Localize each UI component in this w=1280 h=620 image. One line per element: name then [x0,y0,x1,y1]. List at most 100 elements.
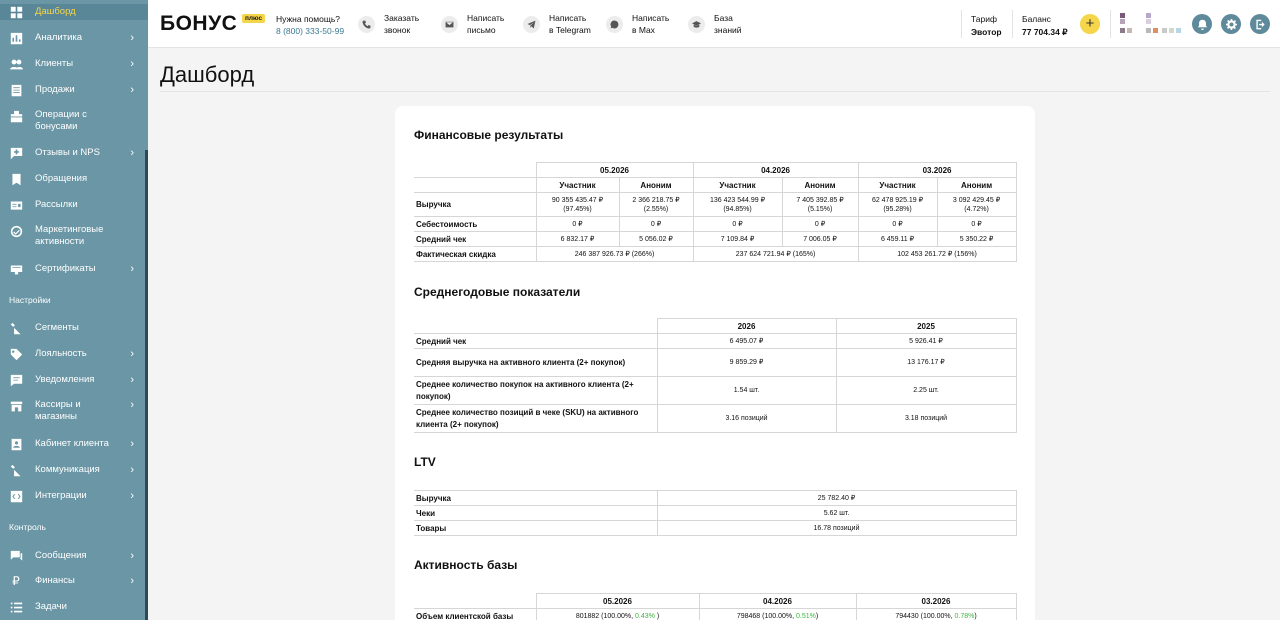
row-label: Объем клиентской базы [414,608,537,620]
logo[interactable]: БОНУС [160,12,237,36]
sidebar-item-label: Рассылки [35,199,78,210]
sidebar-item-label: Лояльность [35,348,87,359]
bell-icon [1197,19,1207,30]
sub-header: Аноним [781,177,859,193]
action-line1: Написать [632,13,670,23]
help-phone-link[interactable]: 8 (800) 333-50-99 [276,25,344,37]
logout-icon [1255,19,1265,29]
balance-block[interactable]: Баланс 77 704.34 ₽ [1022,13,1068,39]
write-email-button[interactable]: Написать письмо [441,12,504,36]
table-cell: 0 ₽ [781,216,859,232]
tasks-icon [9,600,23,614]
section-settings: Настройки [9,295,51,305]
sidebar-item-bonus-operations[interactable]: Операции с бонусами [0,109,148,135]
table-row: Средняя выручка на активного клиента (2+… [414,348,1017,377]
integrations-icon [9,489,23,503]
sidebar-item-integrations[interactable]: Интеграции › [0,489,148,503]
period-header: 05.2026 [535,593,700,609]
action-line2: в Telegram [549,25,591,35]
sidebar-item-sales[interactable]: Продажи › [0,83,148,97]
row-label: Среднее количество покупок на активного … [414,376,658,405]
tariff-label: Тариф [971,14,998,24]
sidebar-item-marketing[interactable]: Маркетинговые активности [0,224,148,250]
logout-button[interactable] [1250,14,1270,34]
table-row: Средний чек 6 832.17 ₽ 5 056.02 ₽ 7 109.… [414,231,1017,247]
divider [1012,10,1013,38]
table-row: Среднее количество покупок на активного … [414,376,1017,405]
sidebar-item-analytics[interactable]: Аналитика › [0,31,148,45]
communication-icon [9,463,23,477]
sidebar-item-cashiers[interactable]: Кассиры и магазины › [0,399,148,425]
table-cell: 798468 (100.00%, 0.51%) [698,608,857,620]
mailing-icon [9,198,23,212]
add-balance-button[interactable]: + [1080,14,1100,34]
action-line1: Написать [467,13,505,23]
row-label: Чеки [414,505,658,521]
row-label: Выручка [414,490,658,506]
divider [961,10,962,38]
sidebar-item-label: Операции с бонусами [35,109,87,132]
section-title-activity: Активность базы [414,558,518,572]
sidebar-item-label: Отзывы и NPS [35,147,100,158]
action-line1: Заказать [384,13,420,23]
chevron-right-icon: › [130,58,134,70]
table-cell: 0 ₽ [936,216,1017,232]
yearly-table: 2026 2025 Средний чек 6 495.07 ₽ 5 926.4… [414,318,1017,433]
cashiers-icon [9,399,23,413]
analytics-icon [9,31,23,45]
sidebar-item-certificates[interactable]: Сертификаты › [0,262,148,276]
order-call-button[interactable]: Заказать звонок [358,12,419,36]
sidebar-item-mailing[interactable]: Рассылки [0,198,148,212]
notifications-button[interactable] [1192,14,1212,34]
settings-button[interactable] [1221,14,1241,34]
avatar[interactable] [1120,13,1188,35]
table-cell: 3.18 позиций [835,404,1017,433]
table-cell: 16.78 позиций [656,520,1017,536]
help-block: Нужна помощь? 8 (800) 333-50-99 [276,13,344,37]
sidebar-item-label: Сегменты [35,322,79,333]
sidebar-item-finance[interactable]: ₽ Финансы › [0,574,148,588]
knowledge-base-button[interactable]: База знаний [688,12,742,36]
write-telegram-button[interactable]: Написать в Telegram [523,12,591,36]
action-line2: звонок [384,25,411,35]
row-label: Среднее количество позиций в чеке (SKU) … [414,404,658,433]
row-label: Товары [414,520,658,536]
sidebar-item-label: Финансы [35,575,75,586]
sidebar-item-messages[interactable]: Сообщения › [0,549,148,563]
sidebar-item-communication[interactable]: Коммуникация › [0,463,148,477]
period-header: 03.2026 [857,162,1017,178]
segments-icon [9,321,23,335]
activity-table: 05.2026 04.2026 03.2026 Объем клиентской… [414,593,1017,620]
logo-badge: плюс [242,14,266,23]
loyalty-icon [9,347,23,361]
tariff-block[interactable]: Тариф Эвотор [971,13,1002,39]
section-title-financial: Финансовые результаты [414,128,564,142]
sidebar-item-client-cabinet[interactable]: Кабинет клиента › [0,437,148,451]
chevron-right-icon: › [130,438,134,450]
sidebar-item-loyalty[interactable]: Лояльность › [0,347,148,361]
sidebar-item-requests[interactable]: Обращения [0,172,148,186]
table-row: Выручка 90 355 435.47 ₽ (97.45%) 2 366 21… [414,192,1017,217]
action-line1: Написать [549,13,587,23]
sidebar-item-reviews[interactable]: Отзывы и NPS › [0,146,148,160]
write-max-button[interactable]: Написать в Max [606,12,669,36]
sidebar-item-label: Обращения [35,173,88,184]
chevron-right-icon: › [130,84,134,96]
tariff-value: Эвотор [971,27,1002,37]
sidebar-item-clients[interactable]: Клиенты › [0,57,148,71]
sidebar-item-segments[interactable]: Сегменты [0,321,148,335]
table-cell: 25 782.40 ₽ [656,490,1017,506]
sidebar-item-dashboard[interactable]: Дашборд [0,4,148,20]
sidebar-item-notifications[interactable]: Уведомления › [0,373,148,387]
sidebar-item-tasks[interactable]: Задачи [0,600,148,614]
mail-icon [441,16,458,33]
section-title-ltv: LTV [414,455,436,469]
table-cell: 5 926.41 ₽ [835,333,1017,349]
section-title-yearly: Среднегодовые показатели [414,285,581,299]
table-cell: 13 176.17 ₽ [835,348,1017,377]
table-cell: 62 478 925.19 ₽ (95.28%) [857,192,938,217]
sidebar-item-label: Дашборд [35,6,76,17]
sidebar-item-label: Аналитика [35,32,83,43]
gear-icon [1225,18,1237,30]
table-cell: 0 ₽ [857,216,938,232]
